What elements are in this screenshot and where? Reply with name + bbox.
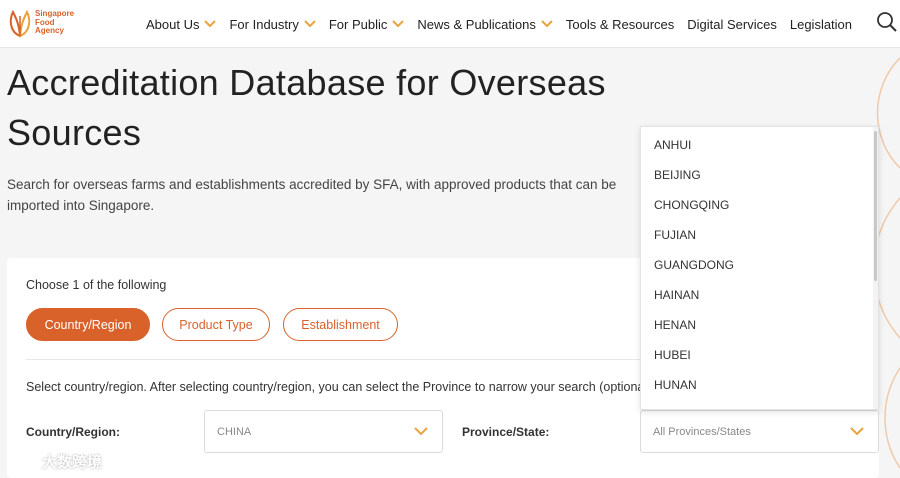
watermark: 大数跨境 [8, 451, 102, 472]
nav-item-for-public[interactable]: For Public [329, 17, 405, 32]
chevron-down-icon [392, 20, 405, 28]
page-title: Accreditation Database for Overseas Sour… [7, 62, 606, 153]
dropdown-option[interactable]: HUBEI [641, 340, 878, 370]
search-icon[interactable] [876, 11, 898, 33]
nav-item-tools-resources[interactable]: Tools & Resources [566, 17, 674, 32]
sfa-logo[interactable]: Singapore Food Agency [7, 6, 74, 40]
nav-item-about-us[interactable]: About Us [146, 16, 217, 32]
watermark-logo-icon [9, 454, 35, 469]
nav-item-for-industry[interactable]: For Industry [229, 16, 316, 32]
chevron-down-icon [204, 20, 217, 28]
nav-item-label: About Us [146, 16, 200, 32]
help-text: Select country/region. After selecting c… [26, 380, 641, 394]
nav-item-label: Digital Services [687, 16, 777, 32]
page-description: Search for overseas farms and establishm… [7, 177, 617, 213]
choose-label: Choose 1 of the following [26, 278, 167, 292]
nav-item-label: Legislation [789, 16, 853, 32]
province-dropdown-list: ANHUI BEIJING CHONGQING FUJIAN GUANGDONG… [640, 126, 879, 410]
top-navigation: Singapore Food Agency About Us For Indus… [0, 0, 900, 48]
logo-line: Agency [35, 26, 64, 36]
dropdown-option[interactable]: BEIJING [641, 160, 878, 190]
dropdown-option[interactable]: FUJIAN [641, 220, 878, 250]
tab-product-type[interactable]: Product Type [162, 308, 270, 341]
dropdown-option[interactable]: HAINAN [641, 280, 878, 310]
country-region-label: Country/Region: [26, 425, 120, 439]
nav-item-label: News & Publications [417, 16, 536, 32]
dropdown-option[interactable]: ANHUI [641, 130, 878, 160]
tab-label: Establishment [301, 317, 380, 332]
tab-establishment[interactable]: Establishment [283, 308, 398, 341]
watermark-text: 大数跨境 [42, 454, 103, 471]
nav-item-news-publications[interactable]: News & Publications [417, 17, 553, 32]
chevron-down-icon [541, 20, 553, 28]
logo-text: Singapore Food Agency [35, 10, 74, 36]
chevron-down-icon [414, 427, 428, 436]
province-state-select[interactable]: All Provinces/States [640, 410, 879, 453]
province-state-label: Province/State: [462, 425, 550, 439]
province-state-value: All Provinces/States [653, 425, 751, 438]
dropdown-scrollbar-thumb[interactable] [874, 131, 877, 281]
tab-country-region[interactable]: Country/Region [26, 308, 150, 341]
nav-item-legislation[interactable]: Legislation [790, 17, 852, 32]
chevron-down-icon [850, 427, 864, 436]
dropdown-option[interactable]: GUANGDONG [641, 250, 878, 280]
chevron-down-icon [304, 20, 316, 28]
main-nav: About Us For Industry For Public News & … [146, 0, 865, 48]
sfa-leaf-icon [9, 9, 31, 38]
nav-item-label: For Public [328, 16, 388, 32]
nav-item-label: For Industry [229, 16, 299, 32]
dropdown-option[interactable]: HENAN [641, 310, 878, 340]
nav-item-digital-services[interactable]: Digital Services [687, 17, 777, 32]
country-region-select[interactable]: CHINA [204, 410, 443, 453]
tab-label: Country/Region [44, 317, 132, 332]
dropdown-option[interactable]: HUNAN [641, 370, 878, 400]
dropdown-option[interactable]: CHONGQING [641, 190, 878, 220]
nav-item-label: Tools & Resources [565, 16, 675, 32]
country-region-value: CHINA [217, 425, 252, 438]
dropdown-scrollbar[interactable] [873, 127, 878, 409]
tab-label: Product Type [179, 317, 253, 332]
